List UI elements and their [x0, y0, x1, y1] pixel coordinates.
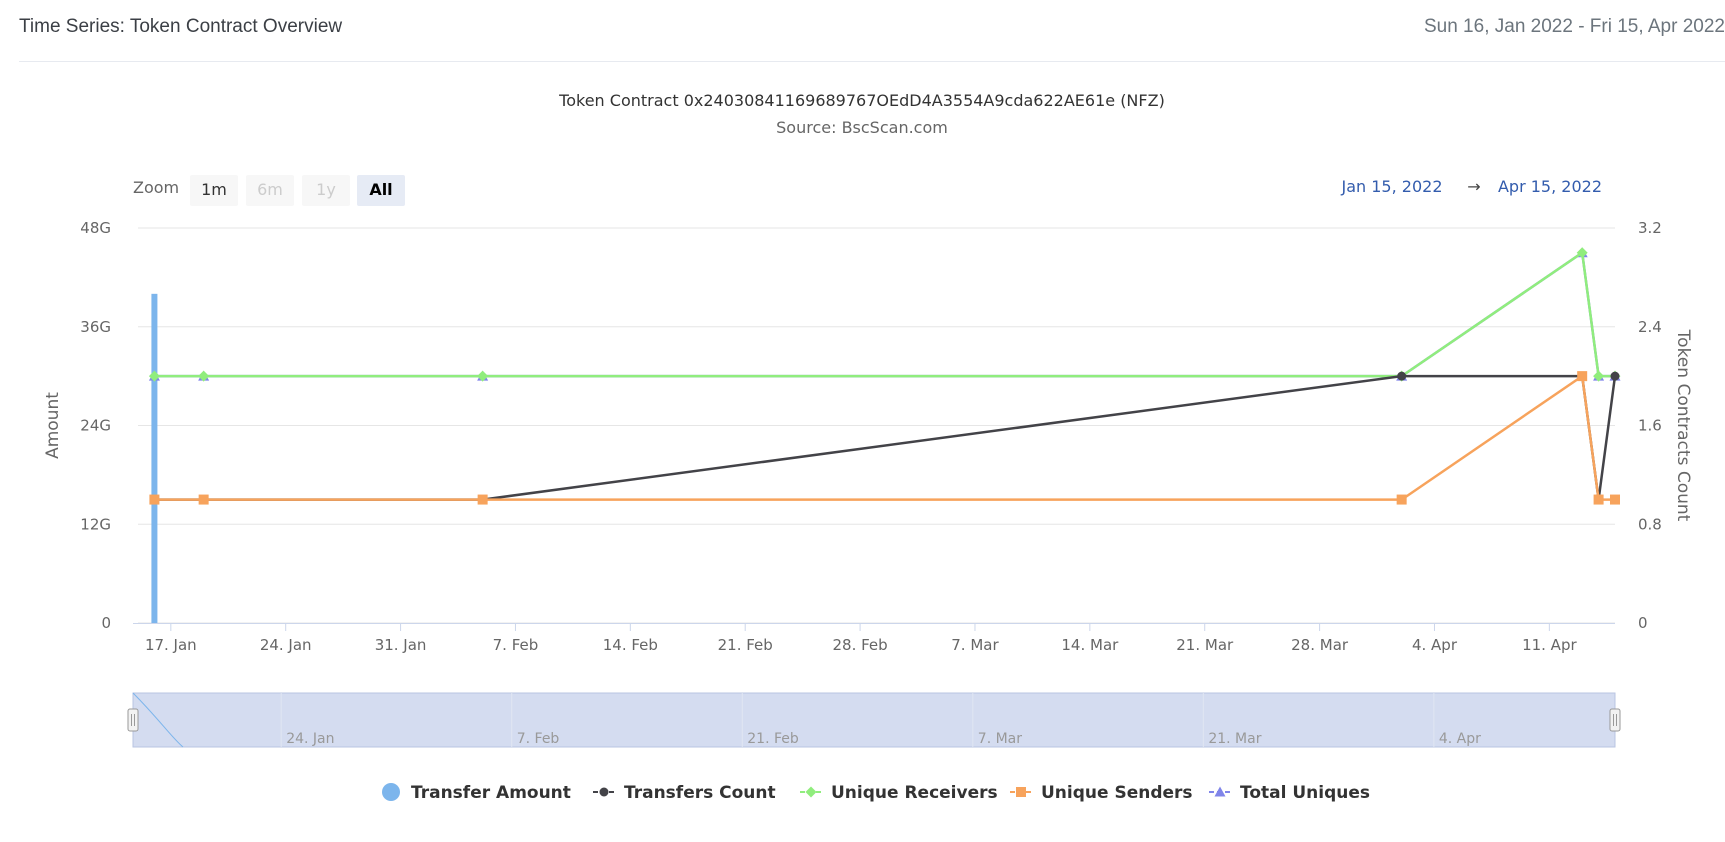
- range-to-input[interactable]: Apr 15, 2022: [1498, 177, 1602, 196]
- legend-symbol: [1016, 787, 1026, 797]
- legend-label: Total Uniques: [1240, 783, 1370, 803]
- unique-senders-point: [477, 494, 488, 505]
- legend-symbol: [382, 783, 400, 801]
- y-tick-label: 36G: [80, 318, 111, 336]
- zoom-1m-label: 1m: [201, 180, 227, 199]
- series-unique-senders: [149, 371, 1620, 505]
- x-tick-label: 21. Feb: [718, 636, 773, 654]
- plot-area: [148, 247, 1621, 623]
- range-from-input[interactable]: Jan 15, 2022: [1341, 177, 1443, 196]
- page-title: Time Series: Token Contract Overview: [19, 16, 343, 37]
- series-transfers-count: [149, 371, 1620, 505]
- y2-tick-label: 3.2: [1638, 219, 1662, 237]
- unique-senders-point: [1610, 494, 1620, 505]
- x-tick-label: 14. Mar: [1061, 636, 1119, 654]
- y-tick-label: 12G: [80, 515, 111, 533]
- y2-tick-label: 0.8: [1638, 515, 1662, 533]
- navigator-tick-label: 21. Mar: [1208, 731, 1261, 747]
- token-contract-chart: Token Contract 0x24030841169689767OEdD4A…: [43, 91, 1693, 803]
- navigator-handle-left[interactable]: [127, 708, 139, 732]
- unique-receivers-line: [153, 251, 1617, 378]
- y-axis-right: 0 0.8 1.6 2.4 3.2: [1638, 219, 1662, 632]
- zoom-6m-label: 6m: [257, 180, 283, 199]
- legend-label: Unique Receivers: [831, 783, 998, 803]
- unique-senders-point: [1396, 494, 1407, 505]
- x-tick-label: 28. Feb: [832, 636, 887, 654]
- legend-item[interactable]: Transfers Count: [593, 783, 776, 803]
- series-unique-receivers: [148, 247, 1621, 382]
- x-tick-label: 7. Mar: [951, 636, 999, 654]
- x-tick-label: 11. Apr: [1522, 636, 1577, 654]
- transfers-count-point: [1397, 371, 1407, 381]
- unique-senders-point: [1577, 371, 1588, 382]
- navigator[interactable]: 24. Jan 7. Feb 21. Feb 7. Mar 21. Mar 4. Apr: [127, 692, 1621, 748]
- navigator-tick-label: 7. Mar: [978, 731, 1022, 747]
- zoom-controls: Zoom 1m 6m 1y All: [133, 175, 405, 206]
- legend-item[interactable]: Total Uniques: [1209, 783, 1370, 803]
- range-arrow: →: [1467, 177, 1480, 196]
- handle-grip: [127, 708, 139, 732]
- y2-tick-label: 2.4: [1638, 318, 1662, 336]
- x-tick-label: 17. Jan: [145, 636, 197, 654]
- handle-grip: [1609, 708, 1621, 732]
- unique-senders-point: [1593, 494, 1604, 505]
- x-tick-label: 31. Jan: [375, 636, 427, 654]
- unique-senders-point: [198, 494, 209, 505]
- total-uniques-line: [153, 251, 1617, 378]
- legend-item[interactable]: Unique Senders: [1010, 783, 1193, 803]
- x-tick-label: 24. Jan: [260, 636, 312, 654]
- y-tick-label: 48G: [80, 219, 111, 237]
- zoom-all-label: All: [369, 180, 392, 199]
- legend-label: Unique Senders: [1041, 783, 1193, 803]
- y2-tick-label: 1.6: [1638, 417, 1662, 435]
- grid-lines: [138, 227, 1615, 624]
- navigator-window: [132, 692, 1616, 748]
- legend-label: Transfers Count: [624, 783, 776, 803]
- unique-senders-line: [153, 374, 1617, 501]
- bar-transfer-amount: [151, 293, 158, 623]
- navigator-tick-label: 7. Feb: [517, 731, 560, 747]
- zoom-1y-label: 1y: [316, 180, 336, 199]
- y-axis-title-right: Token Contracts Count: [1673, 329, 1693, 522]
- y2-tick-label: 0: [1638, 614, 1648, 632]
- y-axis-title-left: Amount: [43, 392, 63, 459]
- transfers-count-line: [153, 374, 1617, 501]
- x-tick-label: 21. Mar: [1176, 636, 1234, 654]
- x-tick-label: 28. Mar: [1291, 636, 1349, 654]
- x-tick-label: 4. Apr: [1412, 636, 1458, 654]
- navigator-handle-right[interactable]: [1609, 708, 1621, 732]
- zoom-label: Zoom: [133, 178, 179, 197]
- legend: Transfer Amount Transfers Count Unique Rec…: [382, 783, 1370, 803]
- legend-symbol: [805, 786, 817, 798]
- x-axis: 17. Jan 24. Jan 31. Jan 7. Feb 14. Feb 21. Fe…: [133, 623, 1615, 654]
- card-header: Time Series: Token Contract Overview Sun…: [0, 0, 1725, 62]
- x-tick-label: 14. Feb: [603, 636, 658, 654]
- date-range: Sun 16, Jan 2022 - Fri 15, Apr 2022: [1423, 16, 1725, 37]
- y-tick-label: 24G: [80, 417, 111, 435]
- legend-item[interactable]: Transfer Amount: [382, 783, 571, 803]
- legend-label: Transfer Amount: [411, 783, 571, 803]
- chart-title: Token Contract 0x24030841169689767OEdD4A…: [558, 91, 1165, 110]
- navigator-tick-label: 24. Jan: [286, 731, 334, 747]
- legend-symbol: [599, 787, 609, 797]
- y-axis-left: 0 12G 24G 36G 48G: [80, 219, 111, 632]
- transfers-count-point: [1610, 371, 1620, 381]
- legend-symbol: [1214, 786, 1226, 797]
- range-selector: Jan 15, 2022 → Apr 15, 2022: [1341, 177, 1603, 196]
- legend-item[interactable]: Unique Receivers: [800, 783, 998, 803]
- series-total-uniques: [148, 247, 1621, 381]
- y-tick-label: 0: [101, 614, 111, 632]
- navigator-tick-label: 4. Apr: [1439, 731, 1481, 747]
- unique-senders-point: [149, 494, 160, 505]
- chart-subtitle: Source: BscScan.com: [776, 118, 948, 137]
- navigator-tick-label: 21. Feb: [747, 731, 799, 747]
- x-tick-label: 7. Feb: [493, 636, 539, 654]
